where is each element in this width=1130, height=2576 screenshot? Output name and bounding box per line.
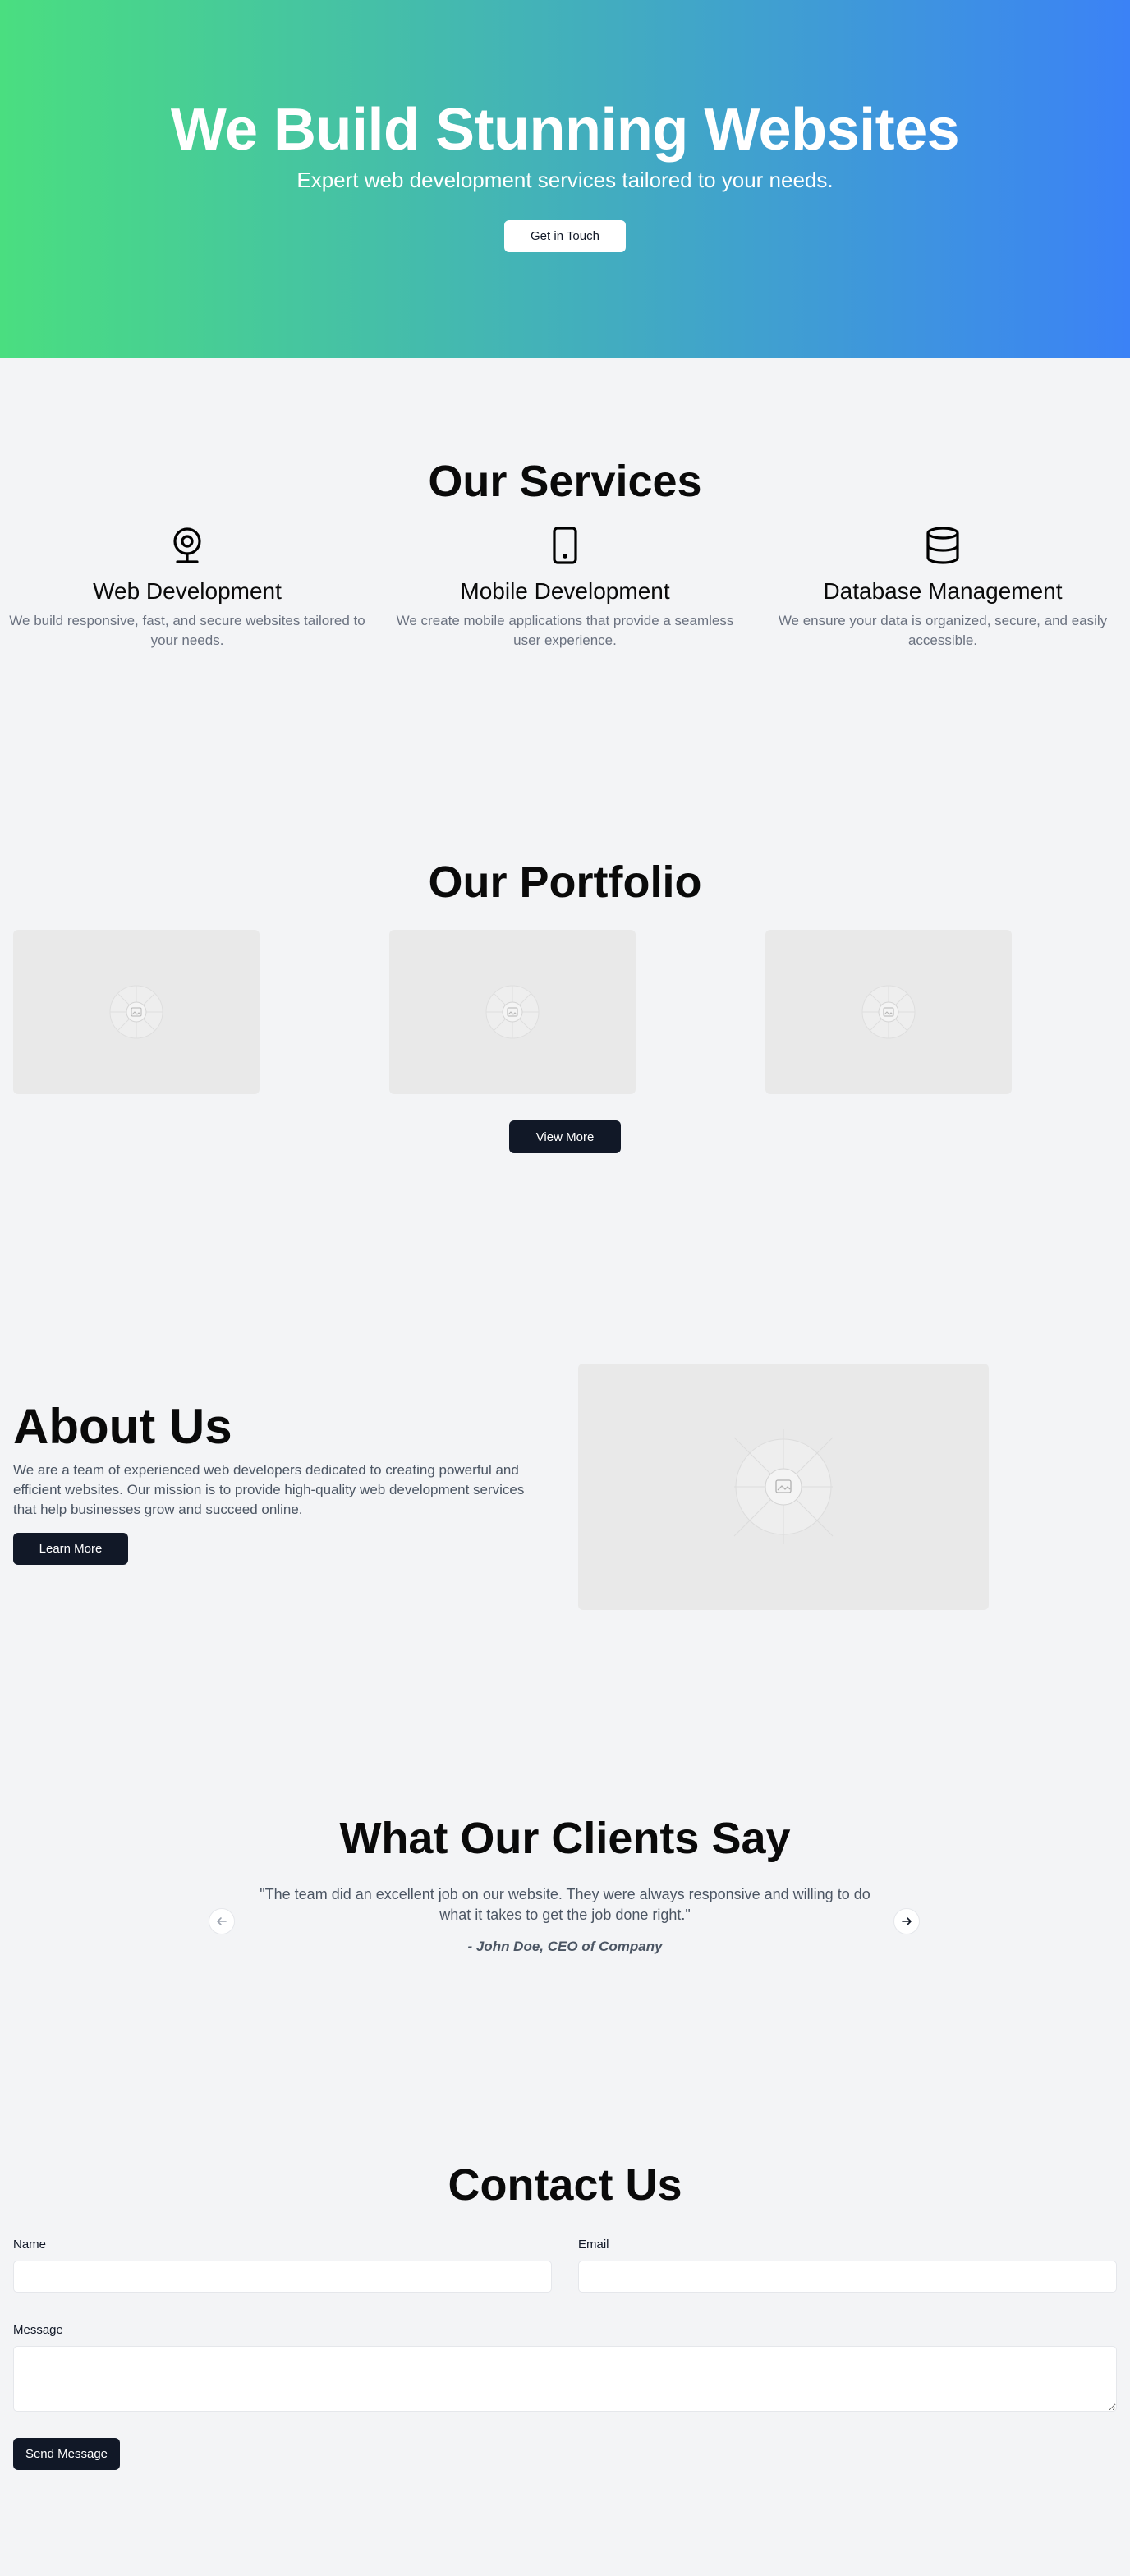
hero-section: We Build Stunning Websites Expert web de… — [0, 0, 1130, 358]
learn-more-button[interactable]: Learn More — [13, 1533, 128, 1565]
service-title: Mobile Development — [460, 578, 670, 604]
email-field[interactable] — [578, 2261, 1117, 2293]
about-image-placeholder — [578, 1364, 989, 1610]
service-card-database-management: Database Management We ensure your data … — [760, 526, 1125, 651]
webcam-icon — [168, 526, 207, 565]
arrow-right-icon — [902, 1917, 912, 1925]
tablet-icon — [545, 526, 585, 565]
portfolio-image-placeholder — [13, 930, 260, 1094]
arrow-left-icon — [217, 1917, 227, 1925]
image-placeholder-icon — [109, 985, 163, 1039]
email-label: Email — [578, 2238, 609, 2252]
hero-subtitle: Expert web development services tailored… — [296, 168, 834, 192]
service-title: Web Development — [93, 578, 282, 604]
service-title: Database Management — [823, 578, 1063, 604]
image-placeholder-icon — [861, 985, 916, 1039]
service-card-web-development: Web Development We build responsive, fas… — [5, 526, 370, 651]
contact-title: Contact Us — [448, 2160, 682, 2210]
message-field[interactable] — [13, 2346, 1117, 2412]
service-description: We create mobile applications that provi… — [396, 613, 734, 648]
portfolio-image-placeholder — [765, 930, 1012, 1094]
view-more-button[interactable]: View More — [509, 1120, 621, 1153]
hero-title: We Build Stunning Websites — [170, 97, 960, 163]
name-label: Name — [13, 2238, 47, 2252]
testimonial-author: - John Doe, CEO of Company — [467, 1939, 663, 1954]
about-title: About Us — [13, 1399, 232, 1454]
message-label: Message — [13, 2323, 63, 2337]
next-testimonial-button[interactable] — [893, 1908, 920, 1934]
previous-testimonial-button[interactable] — [209, 1908, 235, 1934]
portfolio-title: Our Portfolio — [428, 858, 702, 907]
image-placeholder-icon — [485, 985, 540, 1039]
name-field[interactable] — [13, 2261, 552, 2293]
service-description: We ensure your data is organized, secure… — [778, 613, 1108, 648]
services-title: Our Services — [428, 457, 702, 506]
image-placeholder-icon — [733, 1429, 834, 1544]
about-text: We are a team of experienced web develop… — [13, 1462, 525, 1517]
portfolio-image-placeholder — [389, 930, 636, 1094]
database-icon — [923, 526, 962, 565]
testimonial-quote: "The team did an excellent job on our we… — [260, 1886, 870, 1923]
get-in-touch-button[interactable]: Get in Touch — [504, 220, 626, 252]
testimonials-title: What Our Clients Say — [339, 1814, 791, 1863]
service-card-mobile-development: Mobile Development We create mobile appl… — [383, 526, 747, 651]
service-description: We build responsive, fast, and secure we… — [9, 613, 365, 648]
send-message-button[interactable]: Send Message — [13, 2438, 120, 2470]
